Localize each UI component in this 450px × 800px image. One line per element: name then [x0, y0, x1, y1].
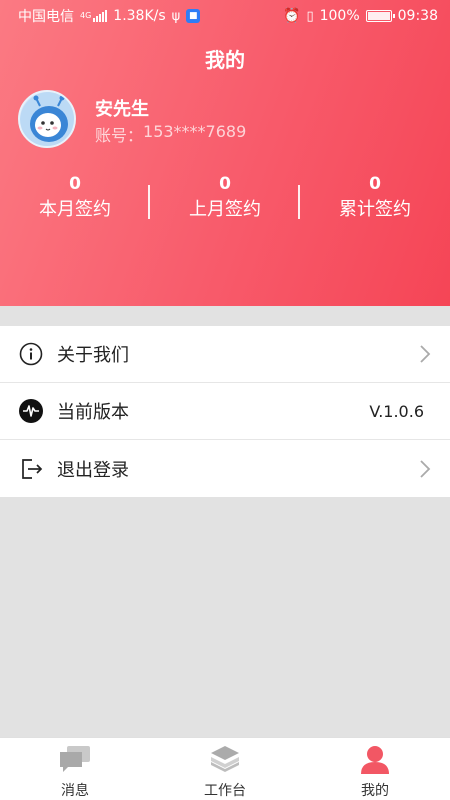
stat-label: 累计签约 — [339, 199, 411, 220]
tab-label: 我的 — [361, 783, 389, 799]
alarm-icon: ⏰ — [283, 8, 301, 24]
account-label: 账号： — [95, 126, 144, 145]
avatar[interactable] — [18, 90, 76, 148]
account-number: 账号： 153****7689 — [95, 122, 246, 146]
clock-time: 09:38 — [397, 8, 438, 24]
shield-icon: ■ — [186, 9, 201, 23]
stat-value: 0 — [219, 174, 231, 194]
logout-icon — [18, 456, 44, 482]
tab-mine[interactable]: 我的 — [300, 738, 450, 800]
avatar-cartoon-icon — [20, 92, 74, 146]
menu-label: 退出登录 — [57, 459, 129, 481]
account-value: 153****7689 — [143, 122, 247, 141]
network-speed: 1.38K/s — [113, 8, 166, 24]
menu-label: 当前版本 — [57, 402, 129, 423]
tab-messages[interactable]: 消息 — [0, 738, 150, 800]
stat-label: 上月签约 — [189, 199, 261, 220]
sign-stats: 0 本月签约 0 上月签约 0 累计签约 — [0, 172, 450, 232]
usb-icon: ψ — [171, 8, 181, 24]
stat-divider — [298, 185, 300, 219]
page-title: 我的 — [205, 48, 245, 72]
tab-label: 工作台 — [204, 783, 246, 799]
tab-workbench[interactable]: 工作台 — [150, 738, 300, 800]
settings-menu: 关于我们 当前版本 V.1.0.6 退出登录 — [0, 326, 450, 497]
stat-last-month[interactable]: 0 上月签约 — [150, 172, 300, 232]
version-number: V.1.0.6 — [369, 401, 424, 421]
chevron-right-icon — [420, 459, 431, 478]
chevron-right-icon — [420, 345, 431, 363]
user-icon — [358, 744, 392, 774]
stat-total[interactable]: 0 累计签约 — [300, 172, 450, 232]
stat-label: 本月签约 — [39, 199, 111, 220]
stat-this-month[interactable]: 0 本月签约 — [0, 172, 150, 232]
stat-divider — [148, 185, 150, 219]
signal-icon — [93, 10, 108, 22]
layers-icon — [208, 744, 242, 774]
carrier-name: 中国电信 — [18, 9, 74, 25]
bottom-tab-bar: 消息 工作台 我的 — [0, 737, 450, 800]
menu-item-logout[interactable]: 退出登录 — [0, 440, 450, 497]
stat-value: 0 — [69, 174, 81, 194]
battery-percent: 100% — [319, 8, 360, 24]
menu-item-version[interactable]: 当前版本 V.1.0.6 — [0, 383, 450, 440]
status-bar: 中国电信 4G 1.38K/s ψ ■ ⏰ ▯ 100% 09:38 — [0, 0, 450, 32]
chat-icon — [58, 744, 92, 774]
info-icon — [18, 341, 44, 367]
user-name: 安先生 — [95, 99, 149, 120]
menu-label: 关于我们 — [57, 345, 129, 366]
battery-icon — [365, 10, 395, 22]
vibrate-icon: ▯ — [306, 8, 314, 24]
pulse-icon — [18, 398, 44, 424]
tab-label: 消息 — [61, 783, 89, 799]
stat-value: 0 — [369, 174, 381, 194]
menu-item-about[interactable]: 关于我们 — [0, 326, 450, 383]
profile-header: 中国电信 4G 1.38K/s ψ ■ ⏰ ▯ 100% 09:38 我的 安先… — [0, 0, 450, 306]
network-type: 4G — [80, 11, 92, 20]
